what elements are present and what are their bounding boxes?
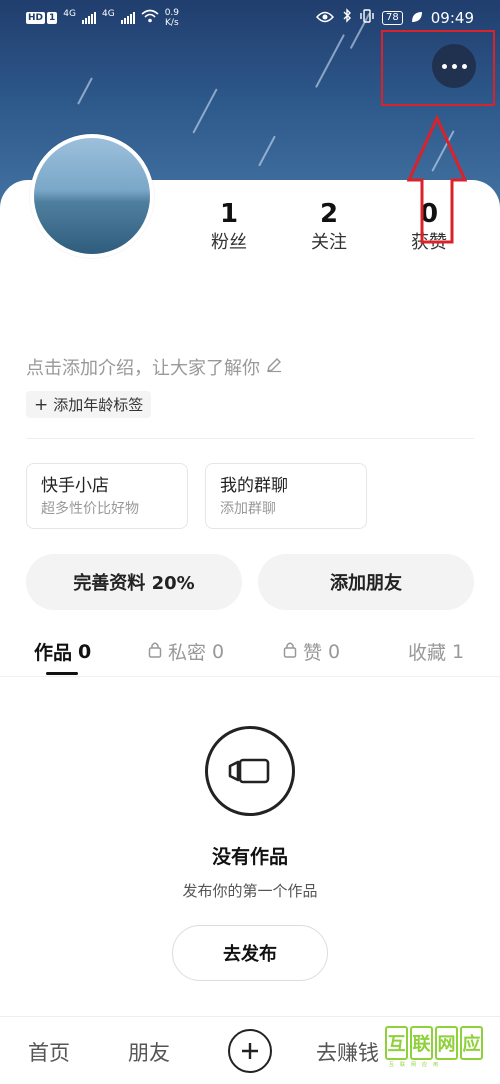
tab-likes-count: 0 <box>328 640 341 663</box>
sim-badge: 1 <box>47 12 58 24</box>
tab-private[interactable]: 私密 0 <box>148 638 224 665</box>
bluetooth-icon <box>342 8 352 27</box>
avatar[interactable] <box>30 134 154 258</box>
add-age-tag-button[interactable]: + 添加年龄标签 <box>26 391 152 418</box>
watermark-char: 应 <box>460 1026 483 1060</box>
clock-time: 09:49 <box>430 8 474 27</box>
tab-likes[interactable]: 赞 0 <box>283 638 340 665</box>
intro-placeholder[interactable]: 点击添加介绍，让大家了解你 <box>26 354 282 380</box>
tab-favorites-count: 1 <box>452 640 465 663</box>
tab-private-label: 私密 <box>168 642 207 664</box>
nav-home[interactable]: 首页 <box>28 1037 70 1067</box>
intro-text: 点击添加介绍，让大家了解你 <box>26 358 260 379</box>
battery-icon: 78 <box>382 10 403 25</box>
lock-icon <box>148 641 162 663</box>
stat-following-label: 关注 <box>311 232 347 253</box>
stat-fans-value: 1 <box>219 199 239 229</box>
tab-works-count: 0 <box>78 640 92 663</box>
leaf-icon <box>411 9 423 27</box>
empty-state-title: 没有作品 <box>211 846 288 868</box>
network-label-2: 4G <box>101 9 115 19</box>
shop-entry-subtitle: 超多性价比好物 <box>41 501 139 517</box>
nav-friends[interactable]: 朋友 <box>128 1037 170 1067</box>
group-chat-entry-subtitle: 添加群聊 <box>220 501 276 517</box>
eye-icon <box>316 9 335 27</box>
hd-badge: HD <box>26 12 46 24</box>
content-tabs: 作品 0 私密 0 赞 0 收藏 1 <box>0 630 500 676</box>
create-plus-button[interactable] <box>228 1029 272 1073</box>
stat-following-value: 2 <box>319 199 339 229</box>
publish-button[interactable]: 去发布 <box>172 925 328 981</box>
tab-favorites[interactable]: 收藏 1 <box>408 638 464 665</box>
video-camera-icon <box>205 726 295 816</box>
signal-icon-2 <box>120 12 135 24</box>
edit-pencil-icon <box>266 357 282 378</box>
empty-state-subtitle: 发布你的第一个作品 <box>182 882 318 900</box>
vibrate-icon <box>360 8 374 27</box>
tab-works-label: 作品 <box>34 642 73 664</box>
watermark-logo: 互 联 网 应 互联网应用 <box>385 1026 487 1068</box>
stat-fans-label: 粉丝 <box>211 232 247 253</box>
tab-active-indicator <box>46 672 78 675</box>
watermark-char: 联 <box>410 1026 433 1060</box>
age-tag-label: 添加年龄标签 <box>53 396 144 414</box>
divider <box>26 438 474 439</box>
tabs-divider <box>0 676 500 677</box>
lock-icon <box>283 641 297 663</box>
tab-likes-label: 赞 <box>303 642 323 664</box>
network-speed: 0.9 K/s <box>164 8 180 28</box>
watermark-char: 网 <box>435 1026 458 1060</box>
annotation-highlight-box <box>381 30 495 106</box>
stat-fans[interactable]: 1 粉丝 <box>189 198 269 256</box>
tab-private-count: 0 <box>212 640 225 663</box>
group-chat-entry[interactable]: 我的群聊 添加群聊 <box>205 463 367 529</box>
plus-icon: + <box>34 394 49 415</box>
shop-entry[interactable]: 快手小店 超多性价比好物 <box>26 463 188 529</box>
network-label-1: 4G <box>63 9 76 19</box>
plus-icon <box>242 1043 258 1059</box>
wifi-icon <box>141 9 159 27</box>
add-friend-button[interactable]: 添加朋友 <box>258 554 474 610</box>
shop-entry-title: 快手小店 <box>41 476 109 496</box>
annotation-arrow-icon <box>406 115 468 244</box>
complete-profile-button[interactable]: 完善资料 20% <box>26 554 242 610</box>
group-chat-entry-title: 我的群聊 <box>220 476 288 496</box>
stat-following[interactable]: 2 关注 <box>289 198 369 256</box>
tab-favorites-label: 收藏 <box>408 642 447 664</box>
watermark-subtext: 互联网应用 <box>389 1062 445 1068</box>
tab-works[interactable]: 作品 0 <box>34 638 91 665</box>
signal-icon <box>81 12 96 24</box>
watermark-char: 互 <box>385 1026 408 1060</box>
nav-earn[interactable]: 去赚钱 <box>316 1037 379 1067</box>
